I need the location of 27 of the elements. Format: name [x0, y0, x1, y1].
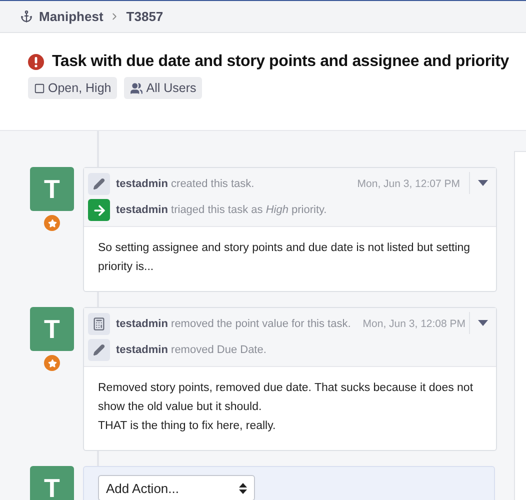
event-text: testadmin removed the point value for this task. — [116, 318, 351, 330]
event-text: testadmin created this task. — [116, 178, 254, 190]
alert-icon — [28, 54, 44, 70]
user-avatar[interactable]: T — [30, 466, 74, 500]
comment-text: THAT is the thing to fix here, really. — [98, 419, 277, 434]
breadcrumb-link[interactable]: T3857 — [126, 9, 164, 24]
checkbox-icon — [34, 82, 45, 94]
breadcrumb-link[interactable]: Maniphest — [39, 9, 104, 24]
timestamp[interactable]: Mon, Jun 3, 12:08 PM — [356, 318, 498, 330]
updown-icon — [239, 482, 247, 494]
comment-text: Removed story points, removed due date. That sucks because it does not show the old value but it should. — [98, 381, 474, 415]
calculator-icon — [92, 317, 106, 331]
user-avatar[interactable]: T — [30, 167, 74, 211]
pencil-icon — [93, 178, 105, 190]
users-icon — [130, 82, 144, 94]
event-text: testadmin removed Due Date. — [116, 344, 266, 356]
user-avatar[interactable]: T — [30, 307, 74, 351]
arrow-icon — [92, 202, 106, 218]
pencil-icon — [93, 344, 105, 356]
anchor-icon — [20, 10, 33, 23]
action-select[interactable]: Add Action... — [98, 475, 255, 500]
status-tag: Open, High — [28, 77, 118, 99]
policy-tag: All Users — [124, 77, 202, 99]
event-text: testadmin triaged this task as High priority. — [116, 204, 327, 216]
timestamp[interactable]: Mon, Jun 3, 12:07 PM — [351, 178, 492, 190]
comment-text: So setting assignee and story points and due date is not listed but setting priority is... — [98, 241, 472, 275]
task-title: Task with due date and story points and assignee and priority — [52, 53, 509, 71]
